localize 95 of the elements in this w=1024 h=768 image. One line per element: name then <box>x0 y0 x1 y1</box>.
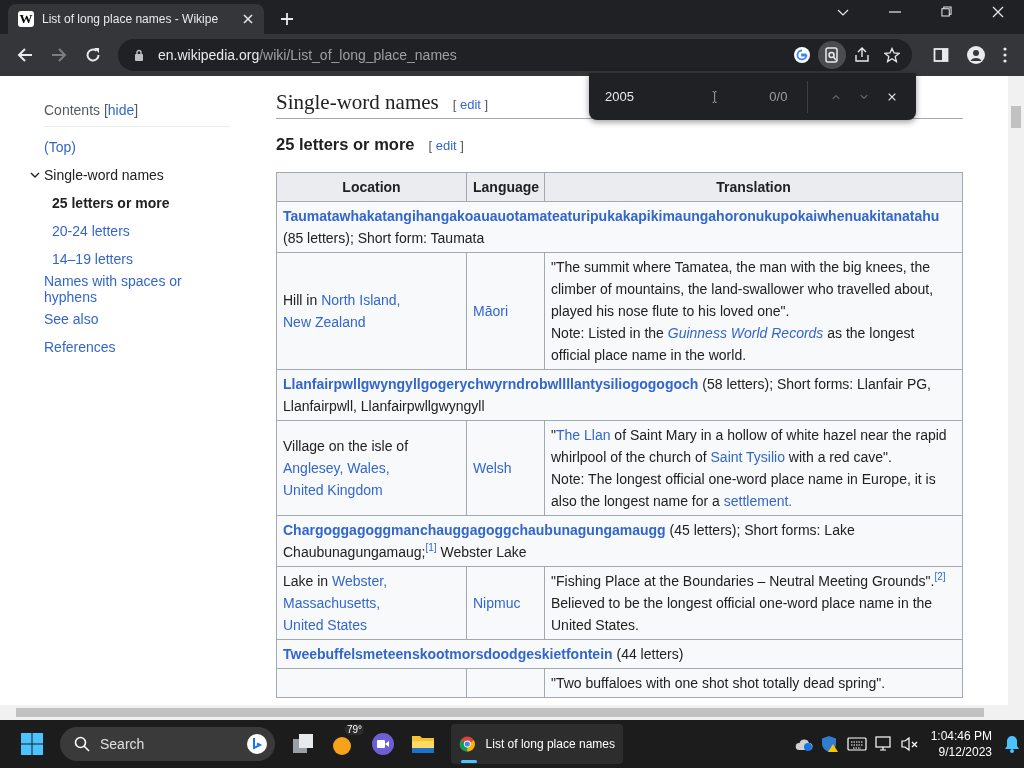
star-icon[interactable] <box>884 47 900 63</box>
close-icon[interactable] <box>242 13 254 25</box>
bing-icon[interactable] <box>247 734 267 754</box>
temperature-badge: 79° <box>345 724 365 735</box>
vertical-scrollbar[interactable] <box>1008 76 1024 705</box>
link[interactable]: United States <box>283 617 368 633</box>
link[interactable]: Anglesey, <box>283 460 344 476</box>
link[interactable]: Webster, <box>332 573 388 589</box>
find-input-field[interactable]: 2005 <box>605 89 700 104</box>
keyboard-icon[interactable] <box>846 737 867 751</box>
place-name-text: Chargoggagoggmanchauggagoggchaubunagungamaugg (45 letters); Short forms: Lake Chaubunagungamaug;$^{[1]}$ Webster Lake <box>283 522 855 560</box>
network-icon[interactable] <box>874 736 893 752</box>
place-name-link[interactable]: Chargoggagoggmanchauggagoggchaubunagungamaugg <box>283 522 666 538</box>
toc-link[interactable]: References <box>44 339 116 355</box>
link[interactable]: United Kingdom <box>283 482 383 498</box>
place-name-text: Llanfairpwllgwyngyllgogerychwyrndrobwllllantysiliogogogoch (58 letters); Short forms: Llanfair PG, Llanfairpwll, Llanfairpwllgwyngyll <box>283 376 931 414</box>
taskbar-search-field[interactable]: Search <box>60 727 275 761</box>
clock-date[interactable]: 9/12/2023 <box>938 744 992 760</box>
link[interactable]: Wales, <box>347 460 390 476</box>
new-tab-icon[interactable] <box>280 12 294 26</box>
column-header: Location <box>276 172 467 202</box>
volume-muted-icon[interactable] <box>900 736 919 752</box>
toc-link[interactable]: See also <box>44 311 99 327</box>
location-text: Village on the isle of Anglesey, Wales, United Kingdom <box>283 438 409 498</box>
link[interactable]: New Zealand <box>283 314 366 330</box>
chevron-up-icon[interactable] <box>832 92 841 101</box>
column-header: Translation <box>544 172 963 202</box>
link[interactable]: Nipmuc <box>473 595 521 611</box>
match-count: 0/0 <box>769 89 788 104</box>
lens-icon[interactable] <box>818 41 846 69</box>
translation-text: "The Llan of Saint Mary in a hollow of white hazel near the rapid whirlpool of the church of Saint Tysilio with a red cave". <box>551 427 947 465</box>
video-chat-icon[interactable] <box>371 732 395 756</box>
edit-section-link: [ edit ] <box>428 138 464 153</box>
link[interactable]: North Island, <box>321 292 401 308</box>
translation-text: "Fishing Place at the Boundaries – Neutral Meeting Grounds".$^{[2]}$ Believed to be the longest official one-word place name in the United States. <box>551 573 946 633</box>
side-panel-icon[interactable] <box>933 47 949 63</box>
contents-header: Contents [hide] <box>44 102 139 118</box>
place-name-text: Tweebuffelsmeteenskootmorsdoodgeskietfontein (44 letters) <box>283 646 684 662</box>
link[interactable]: edit <box>459 97 481 112</box>
subsection-heading: 25 letters or more <box>276 135 415 154</box>
location-text: Hill in North Island, New Zealand <box>283 292 401 330</box>
link[interactable]: Saint Tysilio <box>710 449 785 465</box>
place-name-link[interactable]: Llanfairpwllgwyngyllgogerychwyrndrobwllllantysiliogogogoch <box>283 376 699 392</box>
tab-title: List of long place names - Wikipe <box>42 12 220 26</box>
windows-start-icon[interactable] <box>20 732 44 756</box>
translation-text: "Two buffaloes with one shot shot totally dead spring". <box>551 675 886 691</box>
toc-link[interactable]: 20-24 letters <box>52 223 130 239</box>
url-text: en.wikipedia.org/wiki/List_of_long_place_names <box>158 47 457 63</box>
reference-link[interactable]: [2] <box>934 571 946 583</box>
wikipedia-logo-icon: W <box>18 11 34 27</box>
link[interactable]: settlement. <box>723 493 793 509</box>
horizontal-scrollbar[interactable] <box>0 705 1024 720</box>
bell-icon[interactable] <box>1004 735 1020 753</box>
reference-link[interactable]: [1] <box>425 542 437 554</box>
link[interactable]: Guinness World Records <box>667 325 824 341</box>
toc-link[interactable]: Single-word names <box>44 167 164 183</box>
task-view-icon[interactable] <box>291 732 315 756</box>
section-heading: Single-word names <box>276 90 439 115</box>
toc-link[interactable]: Names with spaces or hyphens <box>44 273 230 305</box>
minimize-icon[interactable] <box>889 10 901 13</box>
reload-icon[interactable] <box>85 47 101 63</box>
back-icon[interactable] <box>17 47 33 63</box>
lock-icon <box>134 49 144 61</box>
search-icon <box>74 736 90 752</box>
link[interactable]: Māori <box>473 303 508 319</box>
google-icon[interactable] <box>794 47 810 63</box>
address-bar[interactable]: en.wikipedia.org/wiki/List_of_long_place_names <box>118 39 912 71</box>
clock-time[interactable]: 1:04:46 PM <box>930 728 992 744</box>
location-text: Lake in Webster, Massachusetts, United States <box>283 573 388 633</box>
toc-link[interactable]: 25 letters or more <box>52 195 170 211</box>
link[interactable]: edit <box>435 138 457 153</box>
column-header: Language <box>466 172 545 202</box>
link[interactable]: Massachusetts, <box>283 595 381 611</box>
chevron-down-icon[interactable] <box>30 170 40 180</box>
taskbar-app-button[interactable]: List of long place names <box>451 724 623 764</box>
browser-tab[interactable]: W List of long place names - Wikipe <box>8 4 264 34</box>
profile-icon[interactable] <box>967 46 985 64</box>
cloud-icon[interactable] <box>794 737 813 751</box>
shield-warning-icon[interactable] <box>820 735 839 753</box>
link[interactable]: The Llan <box>556 427 611 443</box>
edit-section-link: [ edit ] <box>452 97 489 112</box>
place-name-text: Taumatawhakatangihangakoauauotamateaturipukakapikimaungahoronukupokaiwhenuakitanatahu (85 letters); Short form: Taumata <box>283 208 940 246</box>
translation-text: "The summit where Tamatea, the man with the big knees, the climber of mountains, the land-swallower who travelled about, played his nose flute to his loved one". <box>551 259 934 319</box>
share-icon[interactable] <box>854 47 870 63</box>
place-name-link[interactable]: Taumatawhakatangihangakoauauotamateaturipukakapikimaungahoronukupokaiwhenuakitanatahu <box>283 208 940 224</box>
translation-text: Note: Listed in the Guinness World Records as the longest official place name in the world. <box>551 325 915 363</box>
toc-link[interactable]: (Top) <box>44 139 76 155</box>
place-name-link[interactable]: Tweebuffelsmeteenskootmorsdoodgeskietfontein <box>283 646 613 662</box>
menu-icon[interactable] <box>1003 47 1007 63</box>
chrome-icon <box>459 733 476 755</box>
toc-link[interactable]: 14–19 letters <box>52 251 133 267</box>
restore-icon[interactable] <box>941 6 952 17</box>
link[interactable]: Welsh <box>473 460 512 476</box>
translation-text: Note: The longest official one-word place name in Europe, it is also the longest name for a settlement. <box>551 471 936 509</box>
close-icon[interactable] <box>992 5 1004 18</box>
